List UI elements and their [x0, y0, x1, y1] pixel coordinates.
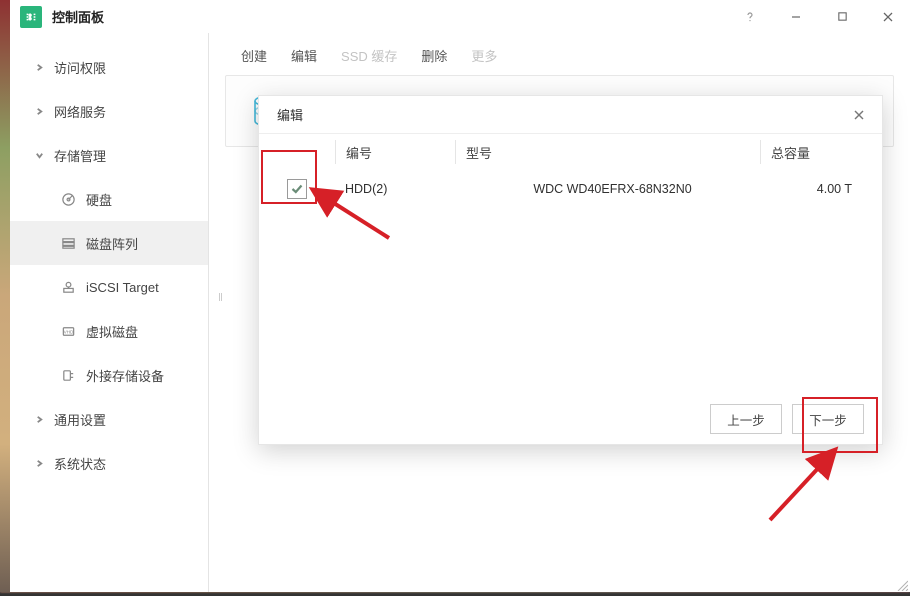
sidebar-label: 硬盘 — [86, 190, 112, 209]
sidebar-item-iscsi[interactable]: iSCSI Target — [10, 265, 208, 309]
cell-model: WDC WD40EFRX-68N32N0 — [455, 177, 760, 201]
sidebar-resize-handle[interactable] — [219, 293, 222, 301]
sidebar-item-storage[interactable]: 存储管理 — [10, 133, 208, 177]
dialog-header[interactable]: 编辑 — [259, 96, 882, 134]
svg-text:VHD: VHD — [63, 329, 73, 334]
chevron-right-icon — [34, 106, 44, 116]
sidebar-item-general[interactable]: 通用设置 — [10, 397, 208, 441]
edit-button[interactable]: 编辑 — [291, 46, 317, 65]
column-number[interactable]: 编号 — [335, 140, 455, 164]
sidebar-label: 通用设置 — [54, 410, 106, 429]
dialog-footer: 上一步 下一步 — [259, 394, 882, 444]
cell-capacity: 4.00 T — [760, 177, 882, 201]
sidebar-label: 访问权限 — [54, 58, 106, 77]
next-button[interactable]: 下一步 — [792, 404, 864, 434]
more-button[interactable]: 更多 — [471, 46, 497, 65]
sidebar: 访问权限 网络服务 存储管理 硬盘 磁盘阵列 iSCSI Target — [10, 33, 209, 592]
cell-number: HDD(2) — [335, 177, 455, 201]
app-icon — [20, 6, 42, 28]
dialog-close-button[interactable] — [848, 104, 870, 126]
sidebar-label: 存储管理 — [54, 146, 106, 165]
table-row[interactable]: HDD(2) WDC WD40EFRX-68N32N0 4.00 T — [259, 170, 882, 208]
iscsi-icon — [60, 279, 76, 295]
sidebar-label: 网络服务 — [54, 102, 106, 121]
sidebar-item-raid[interactable]: 磁盘阵列 — [10, 221, 208, 265]
delete-button[interactable]: 删除 — [421, 46, 447, 65]
sidebar-label: 系统状态 — [54, 454, 106, 473]
column-model[interactable]: 型号 — [455, 140, 760, 164]
external-storage-icon — [60, 367, 76, 383]
chevron-right-icon — [34, 62, 44, 72]
row-checkbox[interactable] — [287, 179, 307, 199]
disk-icon — [60, 191, 76, 207]
maximize-button[interactable] — [826, 3, 858, 31]
sidebar-item-status[interactable]: 系统状态 — [10, 441, 208, 485]
titlebar[interactable]: 控制面板 — [10, 0, 910, 33]
sidebar-label: iSCSI Target — [86, 280, 159, 295]
sidebar-label: 磁盘阵列 — [86, 234, 138, 253]
raid-icon — [60, 235, 76, 251]
table-header: 编号 型号 总容量 — [259, 134, 882, 170]
ssd-cache-button: SSD 缓存 — [341, 46, 397, 65]
chevron-down-icon — [34, 150, 44, 160]
dialog-body: 编号 型号 总容量 HDD(2) WDC WD40EFRX-68N32N0 4.… — [259, 134, 882, 394]
vdisk-icon: VHD — [60, 323, 76, 339]
wallpaper-edge — [0, 0, 10, 592]
sidebar-label: 外接存储设备 — [86, 366, 164, 385]
sidebar-item-vdisk[interactable]: VHD 虚拟磁盘 — [10, 309, 208, 353]
sidebar-item-external[interactable]: 外接存储设备 — [10, 353, 208, 397]
chevron-right-icon — [34, 414, 44, 424]
column-capacity[interactable]: 总容量 — [760, 140, 882, 164]
prev-button[interactable]: 上一步 — [710, 404, 782, 434]
sidebar-item-network[interactable]: 网络服务 — [10, 89, 208, 133]
dialog-title: 编辑 — [277, 105, 848, 124]
window-resize-grip[interactable] — [896, 578, 908, 590]
sidebar-item-access[interactable]: 访问权限 — [10, 45, 208, 89]
window-title: 控制面板 — [52, 7, 734, 26]
sidebar-label: 虚拟磁盘 — [86, 322, 138, 341]
help-button[interactable] — [734, 3, 766, 31]
toolbar: 创建 编辑 SSD 缓存 删除 更多 — [209, 33, 910, 67]
sidebar-item-disk[interactable]: 硬盘 — [10, 177, 208, 221]
close-button[interactable] — [872, 3, 904, 31]
minimize-button[interactable] — [780, 3, 812, 31]
chevron-right-icon — [34, 458, 44, 468]
create-button[interactable]: 创建 — [241, 46, 267, 65]
edit-dialog: 编辑 编号 型号 总容量 HDD(2) WDC WD40EFRX-68N32N0… — [258, 95, 883, 445]
